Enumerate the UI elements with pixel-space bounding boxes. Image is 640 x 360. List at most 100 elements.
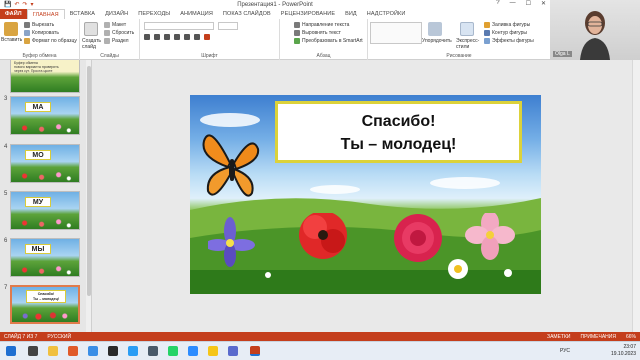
text-direction-button[interactable]: Направление текста xyxy=(294,22,349,28)
slide-counter: СЛАЙД 7 ИЗ 7 xyxy=(4,333,38,340)
powerpoint-icon[interactable] xyxy=(250,346,260,356)
current-slide[interactable]: Спасибо! Ты – молодец! xyxy=(190,95,541,294)
paragraph-group-label: Абзац xyxy=(316,53,331,59)
app-icon[interactable] xyxy=(148,346,158,356)
tab-transitions[interactable]: ПЕРЕХОДЫ xyxy=(133,9,175,19)
align-text-icon xyxy=(294,30,300,36)
reset-label: Сбросить xyxy=(112,30,135,36)
arrange-button[interactable]: Упорядочить xyxy=(422,38,452,44)
strikethrough-icon[interactable] xyxy=(174,34,180,40)
font-color-icon[interactable] xyxy=(204,34,210,40)
tab-addins[interactable]: НАДСТРОЙКИ xyxy=(362,9,411,19)
font-family-select[interactable] xyxy=(144,22,214,30)
thumbnail-scroll-thumb[interactable] xyxy=(87,66,91,296)
paragraph-group: Направление текста Выровнять текст Преоб… xyxy=(280,19,368,60)
thumbnail-text: МУ xyxy=(25,197,51,207)
tab-slideshow[interactable]: ПОКАЗ СЛАЙДОВ xyxy=(218,9,276,19)
minimize-button[interactable]: — xyxy=(510,0,516,7)
reset-button[interactable]: Сбросить xyxy=(104,30,134,36)
copy-label: Копировать xyxy=(32,30,59,36)
tab-file[interactable]: ФАЙЛ xyxy=(0,9,27,19)
status-bar: СЛАЙД 7 ИЗ 7 РУССКИЙ ЗАМЕТКИ ПРИМЕЧАНИЯ … xyxy=(0,332,640,341)
thumbnail-text: МО xyxy=(25,150,51,160)
reset-icon xyxy=(104,30,110,36)
thumbnail-text: Буфер обмена нового вариантa проверить ч… xyxy=(14,61,59,73)
notes-button[interactable]: ЗАМЕТКИ xyxy=(547,334,570,340)
format-painter-button[interactable]: Формат по образцу xyxy=(24,38,77,44)
outline-icon xyxy=(484,30,490,36)
media-icon[interactable] xyxy=(108,346,118,356)
slide-title-box[interactable]: Спасибо! Ты – молодец! xyxy=(275,101,522,163)
ribbon-tabs: ФАЙЛ ГЛАВНАЯ ВСТАВКА ДИЗАЙН ПЕРЕХОДЫ АНИ… xyxy=(0,9,550,19)
shape-effects-button[interactable]: Эффекты фигуры xyxy=(484,38,534,44)
font-size-select[interactable] xyxy=(218,22,238,30)
tab-design[interactable]: ДИЗАЙН xyxy=(100,9,133,19)
slide-thumbnail-5[interactable]: МУ xyxy=(10,191,80,230)
comments-button[interactable]: ПРИМЕЧАНИЯ xyxy=(580,334,616,340)
slide-number: 3 xyxy=(4,96,8,102)
zoom-level[interactable]: 66% xyxy=(626,334,636,340)
browser-icon[interactable] xyxy=(68,346,78,356)
close-button[interactable]: ✕ xyxy=(541,0,546,7)
shadow-icon[interactable] xyxy=(184,34,190,40)
slide-thumbnail-6[interactable]: МЫ xyxy=(10,238,80,277)
search-icon[interactable] xyxy=(28,346,38,356)
telegram-icon[interactable] xyxy=(128,346,138,356)
chrome-icon[interactable] xyxy=(88,346,98,356)
participant-name: Olga L xyxy=(553,51,572,57)
smartart-button[interactable]: Преобразовать в SmartArt xyxy=(294,38,363,44)
slide-thumbnail-7[interactable]: Спасибо! Ты – молодец! xyxy=(10,285,80,324)
slide-title-line-1: Спасибо! xyxy=(361,113,436,130)
help-button[interactable]: ? xyxy=(496,0,499,7)
paste-button[interactable]: Вставить xyxy=(1,37,22,43)
shapes-gallery[interactable] xyxy=(370,22,422,44)
cut-button[interactable]: Вырезать xyxy=(24,22,54,28)
editor-scrollbar[interactable] xyxy=(632,60,640,332)
section-label: Раздел xyxy=(112,38,129,44)
language-indicator[interactable]: РУССКИЙ xyxy=(47,334,71,340)
slide-thumbnail-panel: Буфер обмена нового вариантa проверить ч… xyxy=(0,60,92,332)
slide-thumbnail-2[interactable]: Буфер обмена нового вариантa проверить ч… xyxy=(10,60,80,93)
slide-number: 7 xyxy=(4,285,8,291)
font-format-buttons xyxy=(144,34,264,41)
italic-icon[interactable] xyxy=(154,34,160,40)
align-text-button[interactable]: Выровнять текст xyxy=(294,30,341,36)
presenter-image xyxy=(580,11,610,60)
slide-thumbnail-4[interactable]: МО xyxy=(10,144,80,183)
zoom-app-icon[interactable] xyxy=(188,346,198,356)
shape-fill-button[interactable]: Заливка фигуры xyxy=(484,22,530,28)
slide-number: 5 xyxy=(4,191,8,197)
file-explorer-icon[interactable] xyxy=(48,346,58,356)
quick-styles-icon xyxy=(460,22,474,36)
input-language[interactable]: РУС xyxy=(560,348,570,354)
butterfly-image xyxy=(202,134,260,197)
app-icon[interactable] xyxy=(228,346,238,356)
whatsapp-icon[interactable] xyxy=(168,346,178,356)
copy-button[interactable]: Копировать xyxy=(24,30,59,36)
tab-view[interactable]: ВИД xyxy=(340,9,362,19)
brush-icon xyxy=(24,38,30,44)
tab-animations[interactable]: АНИМАЦИЯ xyxy=(175,9,218,19)
layout-button[interactable]: Макет xyxy=(104,22,126,28)
quick-styles-button[interactable]: Экспресс-стили xyxy=(456,38,482,50)
clock[interactable]: 23:07 19.10.2023 xyxy=(611,344,636,358)
tab-insert[interactable]: ВСТАВКА xyxy=(65,9,100,19)
shape-outline-button[interactable]: Контур фигуры xyxy=(484,30,527,36)
tab-home[interactable]: ГЛАВНАЯ xyxy=(26,9,65,19)
section-icon xyxy=(104,38,110,44)
shape-effects-label: Эффекты фигуры xyxy=(492,38,534,44)
section-button[interactable]: Раздел xyxy=(104,38,129,44)
tab-review[interactable]: РЕЦЕНЗИРОВАНИЕ xyxy=(276,9,340,19)
maximize-button[interactable]: ☐ xyxy=(526,0,531,7)
new-slide-button[interactable]: Создать слайд xyxy=(82,38,102,50)
start-icon[interactable] xyxy=(6,346,16,356)
spacing-icon[interactable] xyxy=(194,34,200,40)
shape-fill-label: Заливка фигуры xyxy=(492,22,531,28)
yandex-icon[interactable] xyxy=(208,346,218,356)
fill-icon xyxy=(484,22,490,28)
slides-group-label: Слайды xyxy=(100,53,119,59)
underline-icon[interactable] xyxy=(164,34,170,40)
bold-icon[interactable] xyxy=(144,34,150,40)
slide-thumbnail-3[interactable]: МА xyxy=(10,96,80,135)
window-controls: ? — ☐ ✕ xyxy=(496,0,546,7)
